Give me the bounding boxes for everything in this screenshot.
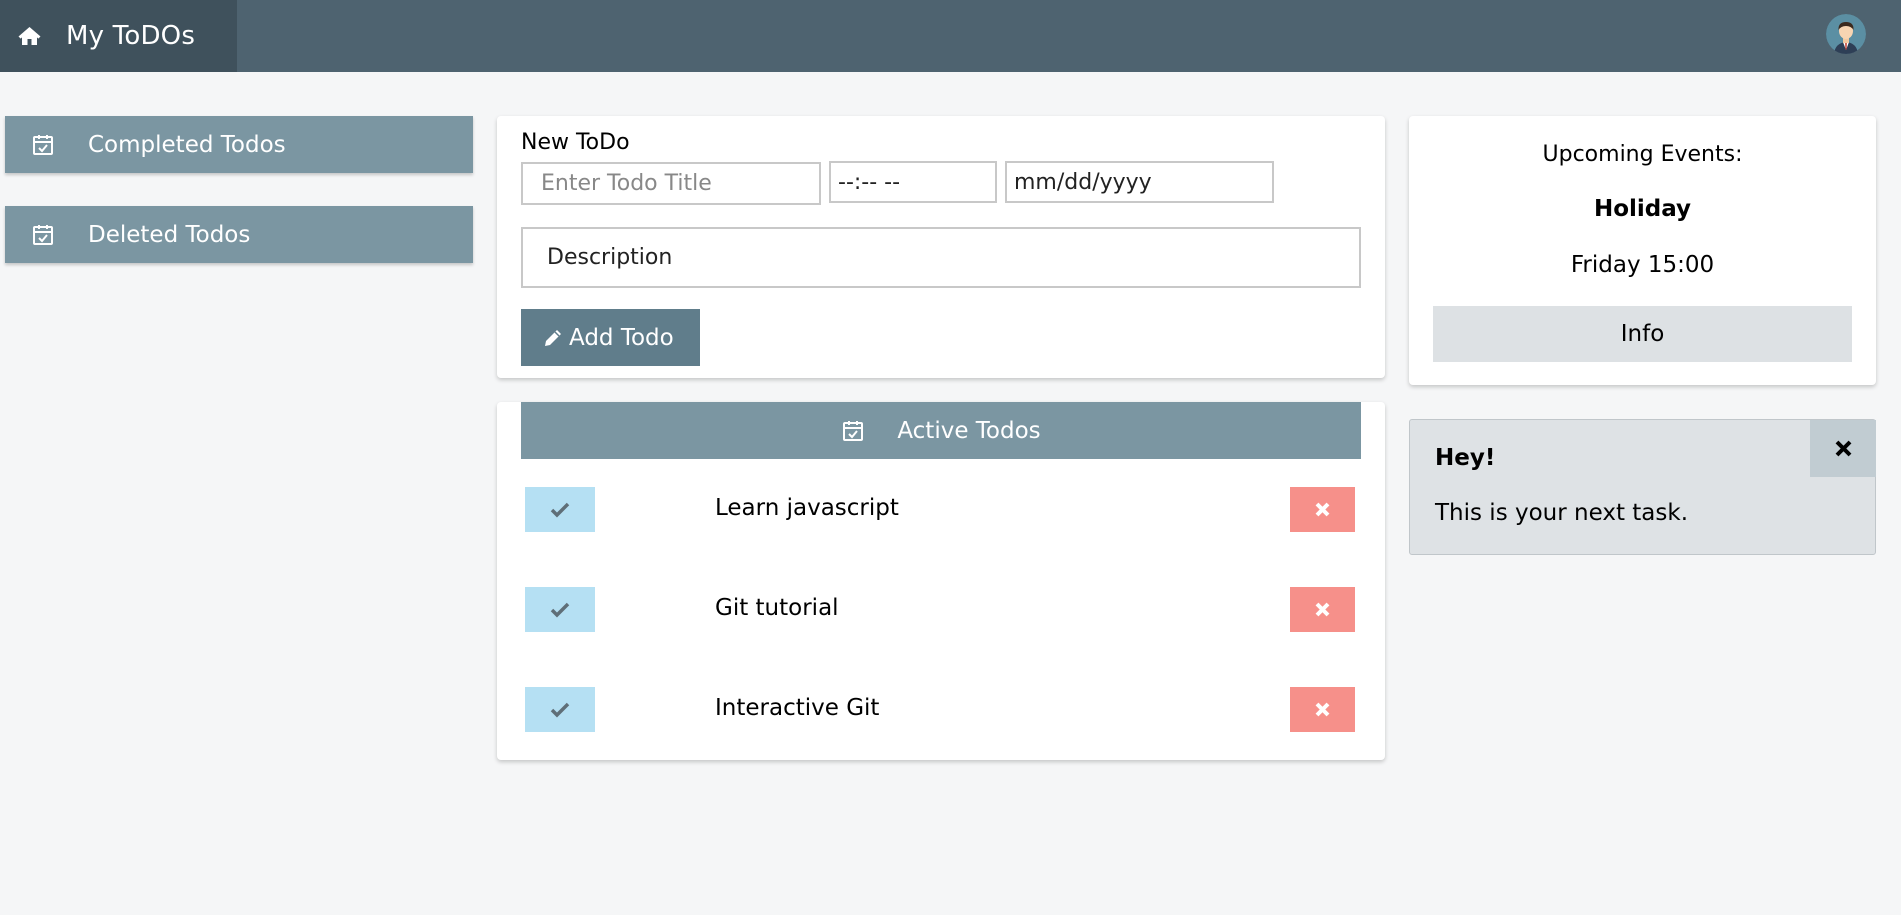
time-input[interactable] xyxy=(829,161,997,203)
close-icon xyxy=(1315,702,1330,717)
info-button[interactable]: Info xyxy=(1433,306,1852,362)
close-icon xyxy=(1315,502,1330,517)
add-todo-button[interactable]: Add Todo xyxy=(521,309,700,366)
pencil-icon xyxy=(545,329,561,346)
delete-todo-button[interactable] xyxy=(1290,587,1355,632)
avatar-icon xyxy=(1826,14,1866,54)
active-todos-title: Active Todos xyxy=(897,417,1041,444)
home-button[interactable]: My ToDOs xyxy=(0,0,237,72)
new-todo-heading: New ToDo xyxy=(521,130,630,155)
delete-todo-button[interactable] xyxy=(1290,687,1355,732)
event-name: Holiday xyxy=(1593,196,1692,222)
new-todo-card: New ToDo Add Todo xyxy=(497,116,1385,378)
alert-body: This is your next task. xyxy=(1435,500,1689,526)
app-title: My ToDOs xyxy=(66,21,196,51)
event-time: Friday 15:00 xyxy=(1570,252,1715,278)
todo-row: Learn javascript xyxy=(497,487,1385,537)
todo-row: Interactive Git xyxy=(497,687,1385,737)
todo-row: Git tutorial xyxy=(497,587,1385,637)
todo-title-input[interactable] xyxy=(521,162,821,205)
check-icon xyxy=(550,502,570,517)
events-heading: Upcoming Events: xyxy=(1542,142,1743,167)
calendar-check-icon xyxy=(843,420,864,441)
upcoming-events-card: Upcoming Events: Holiday Friday 15:00 In… xyxy=(1409,116,1876,385)
complete-todo-button[interactable] xyxy=(525,687,595,732)
home-icon xyxy=(18,27,41,45)
next-task-alert: Hey! This is your next task. xyxy=(1409,419,1876,555)
top-navbar: My ToDOs xyxy=(0,0,1901,72)
description-input[interactable] xyxy=(521,227,1361,288)
close-icon xyxy=(1835,440,1851,457)
sidebar-item-deleted-todos[interactable]: Deleted Todos xyxy=(5,206,473,263)
complete-todo-button[interactable] xyxy=(525,487,595,532)
calendar-check-icon xyxy=(33,224,53,245)
user-avatar[interactable] xyxy=(1826,14,1866,54)
alert-title: Hey! xyxy=(1435,445,1496,471)
complete-todo-button[interactable] xyxy=(525,587,595,632)
add-todo-label: Add Todo xyxy=(569,324,674,351)
active-todos-card: Active Todos Learn javascript Git tutori… xyxy=(497,402,1385,760)
todo-text: Learn javascript xyxy=(715,495,899,521)
todo-text: Git tutorial xyxy=(715,595,839,621)
date-input[interactable] xyxy=(1005,161,1274,203)
sidebar-item-completed-todos[interactable]: Completed Todos xyxy=(5,116,473,173)
sidebar-item-label: Deleted Todos xyxy=(88,221,251,248)
alert-close-button[interactable] xyxy=(1810,420,1876,477)
check-icon xyxy=(550,602,570,617)
calendar-check-icon xyxy=(33,134,53,155)
sidebar-item-label: Completed Todos xyxy=(88,131,286,158)
close-icon xyxy=(1315,602,1330,617)
delete-todo-button[interactable] xyxy=(1290,487,1355,532)
check-icon xyxy=(550,702,570,717)
todo-text: Interactive Git xyxy=(715,695,880,721)
active-todos-header: Active Todos xyxy=(521,402,1361,459)
